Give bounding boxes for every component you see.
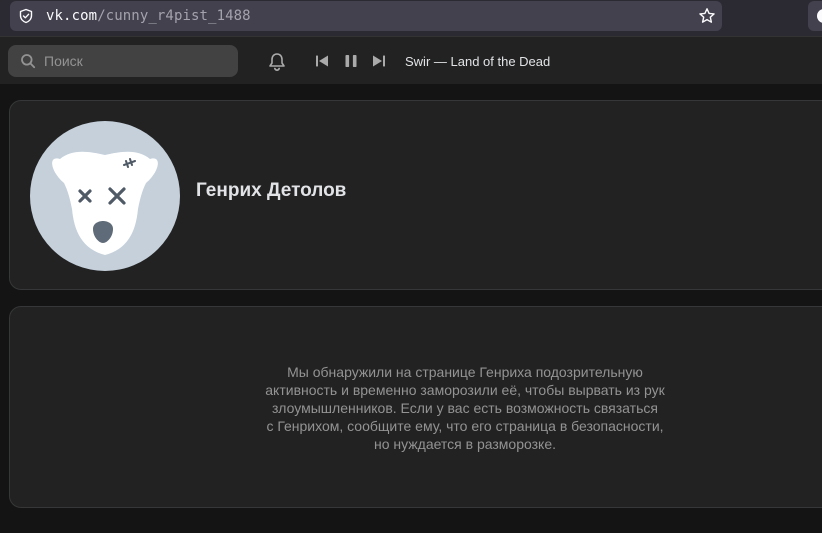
search-box[interactable] [8, 45, 238, 77]
profile-name: Генрих Детолов [196, 180, 347, 201]
now-playing-track[interactable]: Swir — Land of the Dead [405, 54, 550, 69]
bookmark-star-icon[interactable] [698, 7, 716, 25]
notice-line: злоумышленников. Если у вас есть возможн… [272, 400, 658, 416]
extension-button[interactable] [808, 1, 822, 31]
extension-icon [817, 9, 822, 23]
pause-icon[interactable] [344, 54, 358, 68]
frozen-notice-text: Мы обнаружили на странице Генриха подозр… [250, 363, 680, 453]
shield-icon[interactable] [18, 8, 34, 24]
notice-line: с Генрихом, сообщите ему, что его страни… [266, 418, 664, 434]
notice-line: Мы обнаружили на странице Генриха подозр… [287, 364, 643, 380]
avatar [30, 121, 180, 271]
notifications-bell-icon[interactable] [266, 51, 288, 73]
site-header: Swir — Land of the Dead [0, 36, 822, 84]
browser-toolbar: vk.com/cunny_r4pist_1488 [0, 0, 822, 36]
search-icon [20, 53, 36, 69]
notice-line: активность и временно заморозили её, что… [265, 382, 665, 398]
previous-track-icon[interactable] [315, 54, 329, 68]
deactivated-dog-icon [52, 151, 158, 255]
url-text[interactable]: vk.com/cunny_r4pist_1488 [46, 8, 251, 24]
next-track-icon[interactable] [372, 54, 386, 68]
notice-line: но нуждается в разморозке. [373, 436, 557, 452]
address-bar[interactable]: vk.com/cunny_r4pist_1488 [10, 1, 722, 31]
frozen-notice-card: Мы обнаружили на странице Генриха подозр… [9, 306, 822, 508]
url-host: vk.com [46, 8, 98, 24]
search-input[interactable] [44, 53, 224, 69]
url-path: /cunny_r4pist_1488 [97, 8, 251, 24]
profile-card: Генрих Детолов [9, 100, 822, 290]
